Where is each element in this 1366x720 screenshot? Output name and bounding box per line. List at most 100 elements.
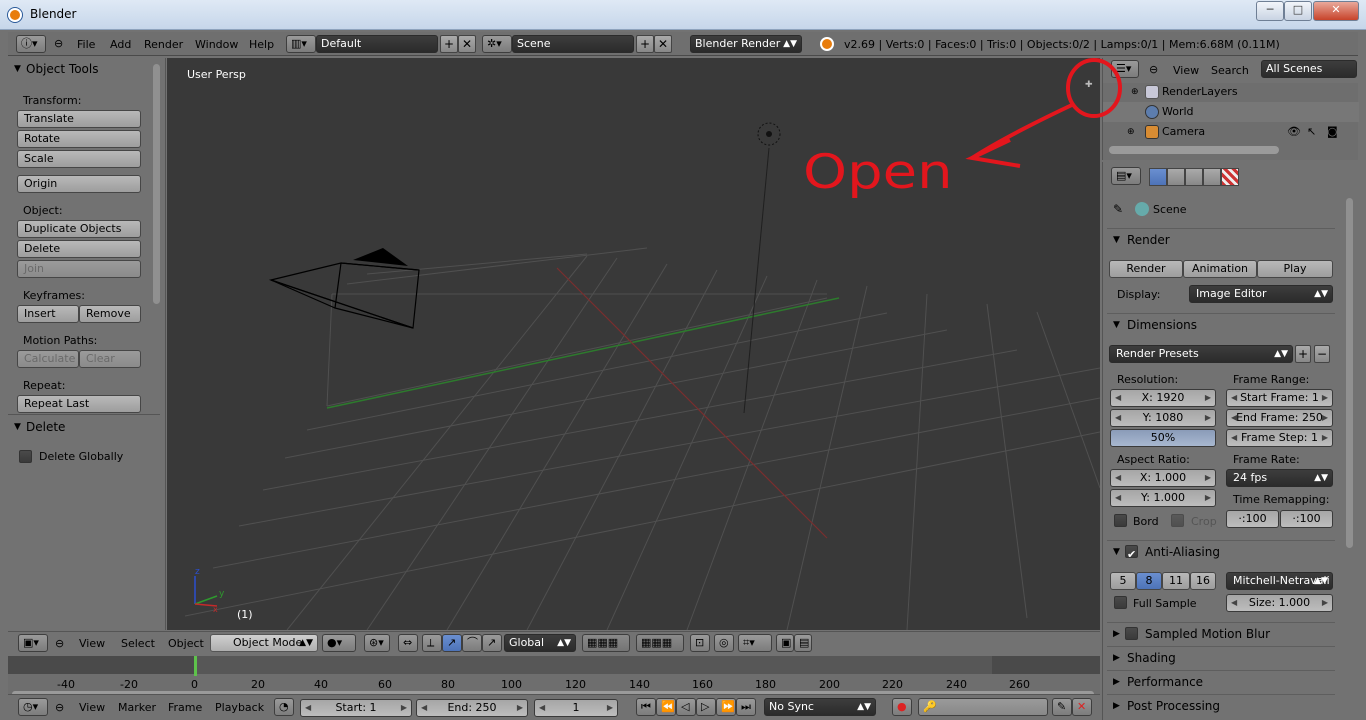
selectable-arrow-icon[interactable]: ↖ [1307,122,1316,142]
menu-file[interactable]: File [77,38,95,51]
delete-button[interactable]: Delete [17,240,141,258]
current-frame-field[interactable]: ◀ 1 ▶ [534,699,618,717]
outliner-row-camera[interactable]: ⊕ Camera 👁 ↖ ◙ [1103,122,1359,142]
translate-manipulator-icon[interactable]: ⟂ [422,634,442,652]
jump-start-icon[interactable]: ⏮ [636,698,656,716]
keying-set-field[interactable]: 🔑 [918,698,1048,716]
editor-type-outliner-icon[interactable]: ☰▾ [1111,60,1139,78]
editor-type-properties-icon[interactable]: ▤▾ [1111,167,1141,185]
sync-dropdown[interactable]: No Sync ▲▼ [764,698,876,716]
panel-post-processing[interactable]: ▶ Post Processing [1107,694,1335,716]
editor-type-info-icon[interactable]: ⓘ▾ [16,35,46,53]
menu-render[interactable]: Render [144,38,183,51]
remove-keyframe-button[interactable]: Remove [79,305,141,323]
aa-samples-5[interactable]: 5 [1110,572,1136,590]
render-anim-icon[interactable]: ▤ [794,634,812,652]
scene-selector[interactable]: Scene [512,35,634,53]
crop-checkbox[interactable] [1171,514,1184,527]
outliner-menu-view[interactable]: View [1173,64,1199,77]
screen-selector[interactable]: Default [316,35,438,53]
timeline[interactable]: -40 -20 0 20 40 60 80 100 120 140 160 18… [8,656,1100,697]
outliner-display-dropdown[interactable]: All Scenes [1261,60,1357,78]
resolution-y-field[interactable]: ◀ Y: 1080 ▶ [1110,409,1216,427]
editor-type-timeline-icon[interactable]: ◷▾ [18,698,48,716]
menu-object[interactable]: Object [168,637,204,650]
origin-button[interactable]: Origin [17,175,141,193]
rotate-button[interactable]: Rotate [17,130,141,148]
preview-range-icon[interactable]: ◔ [274,698,294,716]
texture-tab-icon[interactable] [1221,168,1239,186]
join-button[interactable]: Join [17,260,141,278]
aa-samples-11[interactable]: 11 [1162,572,1190,590]
remove-preset-icon[interactable]: − [1314,345,1330,363]
delete-screen-icon[interactable]: ✕ [458,35,476,53]
pivot-point-icon[interactable]: ⊛▾ [364,634,390,652]
aa-filter-dropdown[interactable]: Mitchell-Netravali ▲▼ [1226,572,1333,590]
properties-scrollbar[interactable] [1346,198,1353,548]
insert-keyframe-icon[interactable]: ✎ [1052,698,1072,716]
orientation-dropdown[interactable]: Global ▲▼ [504,634,576,652]
insert-keyframe-button[interactable]: Insert [17,305,79,323]
panel-sampled-motion-blur[interactable]: ▶ Sampled Motion Blur [1107,622,1335,644]
viewport-shading-icon[interactable]: ●▾ [322,634,356,652]
frame-rate-dropdown[interactable]: 24 fps ▲▼ [1226,469,1333,487]
end-frame-field[interactable]: ◀ End: 250 ▶ [416,699,528,717]
screen-layout-icon[interactable]: ▥▾ [286,35,316,53]
close-button[interactable]: ✕ [1313,1,1359,21]
calculate-button[interactable]: Calculate [17,350,79,368]
editor-type-3d-icon[interactable]: ▣▾ [18,634,48,652]
panel-shading[interactable]: ▶ Shading [1107,646,1335,668]
menu-window[interactable]: Window [195,38,238,51]
motion-blur-checkbox[interactable] [1125,627,1138,640]
translate-button[interactable]: Translate [17,110,141,128]
menu-add[interactable]: Add [110,38,131,51]
layers-grid-2[interactable]: ▦▦▦ [636,634,684,652]
manipulator-extra-icon[interactable]: ↗ [482,634,502,652]
manipulator-icon[interactable]: ⇔ [398,634,418,652]
tool-shelf-scrollbar[interactable] [153,64,160,304]
resolution-percentage-field[interactable]: 50% [1110,429,1216,447]
add-preset-icon[interactable]: + [1295,345,1311,363]
repeat-last-button[interactable]: Repeat Last [17,395,141,413]
outliner-row-renderlayers[interactable]: ⊕ RenderLayers [1103,82,1359,102]
panel-object-tools[interactable]: ▼ Object Tools [8,58,158,80]
collapse-menu-icon[interactable]: ⊖ [1149,63,1158,76]
lock-layers-icon[interactable]: ⊡ [690,634,710,652]
area-split-icon[interactable]: ✚ [1085,80,1093,90]
renderlayers-tab-icon[interactable] [1167,168,1185,186]
add-screen-icon[interactable]: + [440,35,458,53]
end-frame-field[interactable]: ◀ End Frame: 250 ▶ [1226,409,1333,427]
layers-grid-1[interactable]: ▦▦▦ [582,634,630,652]
3d-viewport[interactable]: z y x User Persp (1) ✚ [167,58,1100,630]
start-frame-field[interactable]: ◀ Start: 1 ▶ [300,699,412,717]
outliner-menu-search[interactable]: Search [1211,64,1249,77]
duplicate-objects-button[interactable]: Duplicate Objects [17,220,141,238]
menu-view[interactable]: View [79,637,105,650]
border-checkbox[interactable] [1114,514,1127,527]
frame-step-field[interactable]: ◀ Frame Step: 1 ▶ [1226,429,1333,447]
animation-button[interactable]: Animation [1183,260,1257,278]
menu-select[interactable]: Select [121,637,155,650]
snap-icon[interactable]: ⌗▾ [738,634,772,652]
render-presets-dropdown[interactable]: Render Presets ▲▼ [1109,345,1293,363]
scene-tab-icon[interactable] [1185,168,1203,186]
panel-anti-aliasing[interactable]: ▼Anti-Aliasing [1107,540,1335,566]
mode-dropdown[interactable]: Object Mode ▲▼ [210,634,318,652]
renderable-camera-icon[interactable]: ◙ [1327,122,1338,142]
panel-render[interactable]: ▼ Render [1107,228,1335,250]
delete-globally-checkbox[interactable] [19,450,32,463]
scale-manipulator-icon[interactable]: ⌒ [462,634,482,652]
play-reverse-icon[interactable]: ◁ [676,698,696,716]
jump-end-icon[interactable]: ⏭ [736,698,756,716]
outliner-scrollbar[interactable] [1109,146,1279,154]
aa-samples-8[interactable]: 8 [1136,572,1162,590]
jump-keyframe-back-icon[interactable]: ⏪ [656,698,676,716]
outliner-row-world[interactable]: World [1103,102,1359,122]
rotate-manipulator-icon[interactable]: ↗ [442,634,462,652]
record-icon[interactable]: ● [892,698,912,716]
render-tab-icon[interactable] [1149,168,1167,186]
panel-operator-delete[interactable]: ▼ Delete [8,416,158,438]
minimize-button[interactable]: ─ [1256,1,1284,21]
render-still-icon[interactable]: ▣ [776,634,794,652]
scale-button[interactable]: Scale [17,150,141,168]
